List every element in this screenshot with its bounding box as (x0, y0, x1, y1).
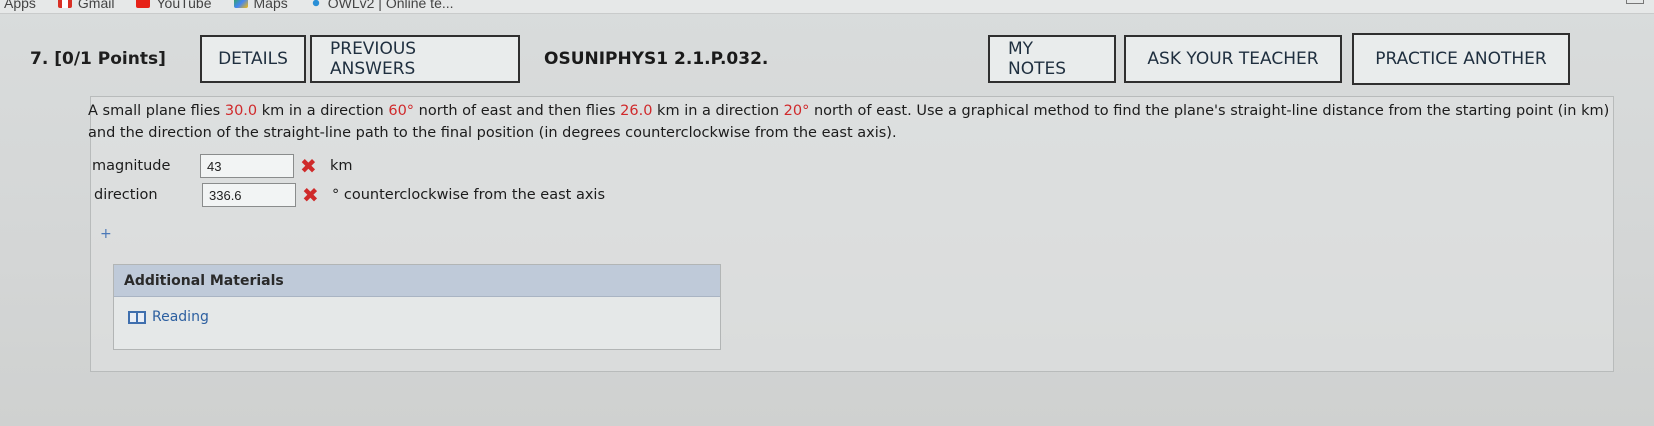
my-notes-button[interactable]: MY NOTES (988, 35, 1116, 83)
owl-icon (309, 0, 322, 9)
reading-list-icon[interactable] (1626, 0, 1644, 4)
details-button[interactable]: DETAILS (200, 35, 306, 83)
question-header: 7. [0/1 Points] DETAILS PREVIOUS ANSWERS… (14, 30, 1644, 88)
youtube-icon (136, 0, 151, 8)
incorrect-icon: ✖ (300, 154, 317, 178)
direction-row: direction ✖ ° counterclockwise from the … (94, 183, 605, 207)
direction-input[interactable] (202, 183, 296, 207)
magnitude-unit: km (330, 158, 353, 174)
problem-statement: A small plane flies 30.0 km in a directi… (88, 103, 1610, 141)
given-distance-2: 26.0 (620, 103, 653, 119)
bookmarks-right (1626, 0, 1644, 4)
magnitude-row: magnitude ✖ km (92, 154, 353, 178)
bookmark-owl-label: OWLv2 | Online te... (327, 0, 454, 11)
bookmark-maps-label: Maps (253, 0, 288, 11)
bookmark-youtube-label: YouTube (156, 0, 212, 11)
question-score: [0/1 Points] (54, 49, 166, 69)
magnitude-input[interactable] (200, 154, 294, 178)
gmail-icon (57, 0, 72, 8)
bookmark-apps-label: Apps (4, 0, 36, 11)
bookmark-owl[interactable]: OWLv2 | Online te... (309, 0, 454, 11)
reading-link[interactable]: Reading (114, 297, 720, 337)
question-points: 7. [0/1 Points] (30, 49, 180, 69)
given-distance-1: 30.0 (224, 103, 258, 119)
previous-answers-button[interactable]: PREVIOUS ANSWERS (310, 35, 520, 83)
additional-materials-header: Additional Materials (114, 265, 720, 297)
direction-unit: ° counterclockwise from the east axis (332, 187, 606, 203)
magnitude-label: magnitude (92, 158, 171, 174)
bookmarks-bar: Apps Gmail YouTube Maps OWLv2 | Online t… (0, 0, 1654, 14)
expand-plus-icon[interactable]: + (100, 226, 112, 242)
incorrect-icon: ✖ (302, 183, 319, 207)
book-icon (128, 310, 146, 324)
bookmark-maps[interactable]: Maps (233, 0, 288, 11)
bookmark-youtube[interactable]: YouTube (136, 0, 212, 11)
given-angle-1: 60° (388, 103, 415, 119)
practice-another-button[interactable]: PRACTICE ANOTHER (1352, 33, 1570, 85)
bookmark-gmail[interactable]: Gmail (57, 0, 115, 11)
ask-teacher-button[interactable]: ASK YOUR TEACHER (1124, 35, 1342, 83)
reading-label: Reading (152, 309, 209, 325)
question-number: 7. (30, 49, 49, 69)
question-id: OSUNIPHYS1 2.1.P.032. (544, 49, 769, 69)
additional-materials: Additional Materials Reading (113, 264, 721, 350)
maps-icon (233, 0, 248, 8)
bookmark-gmail-label: Gmail (77, 0, 115, 11)
bookmark-apps[interactable]: Apps (4, 0, 36, 11)
given-angle-2: 20° (783, 103, 810, 119)
direction-label: direction (94, 187, 158, 203)
